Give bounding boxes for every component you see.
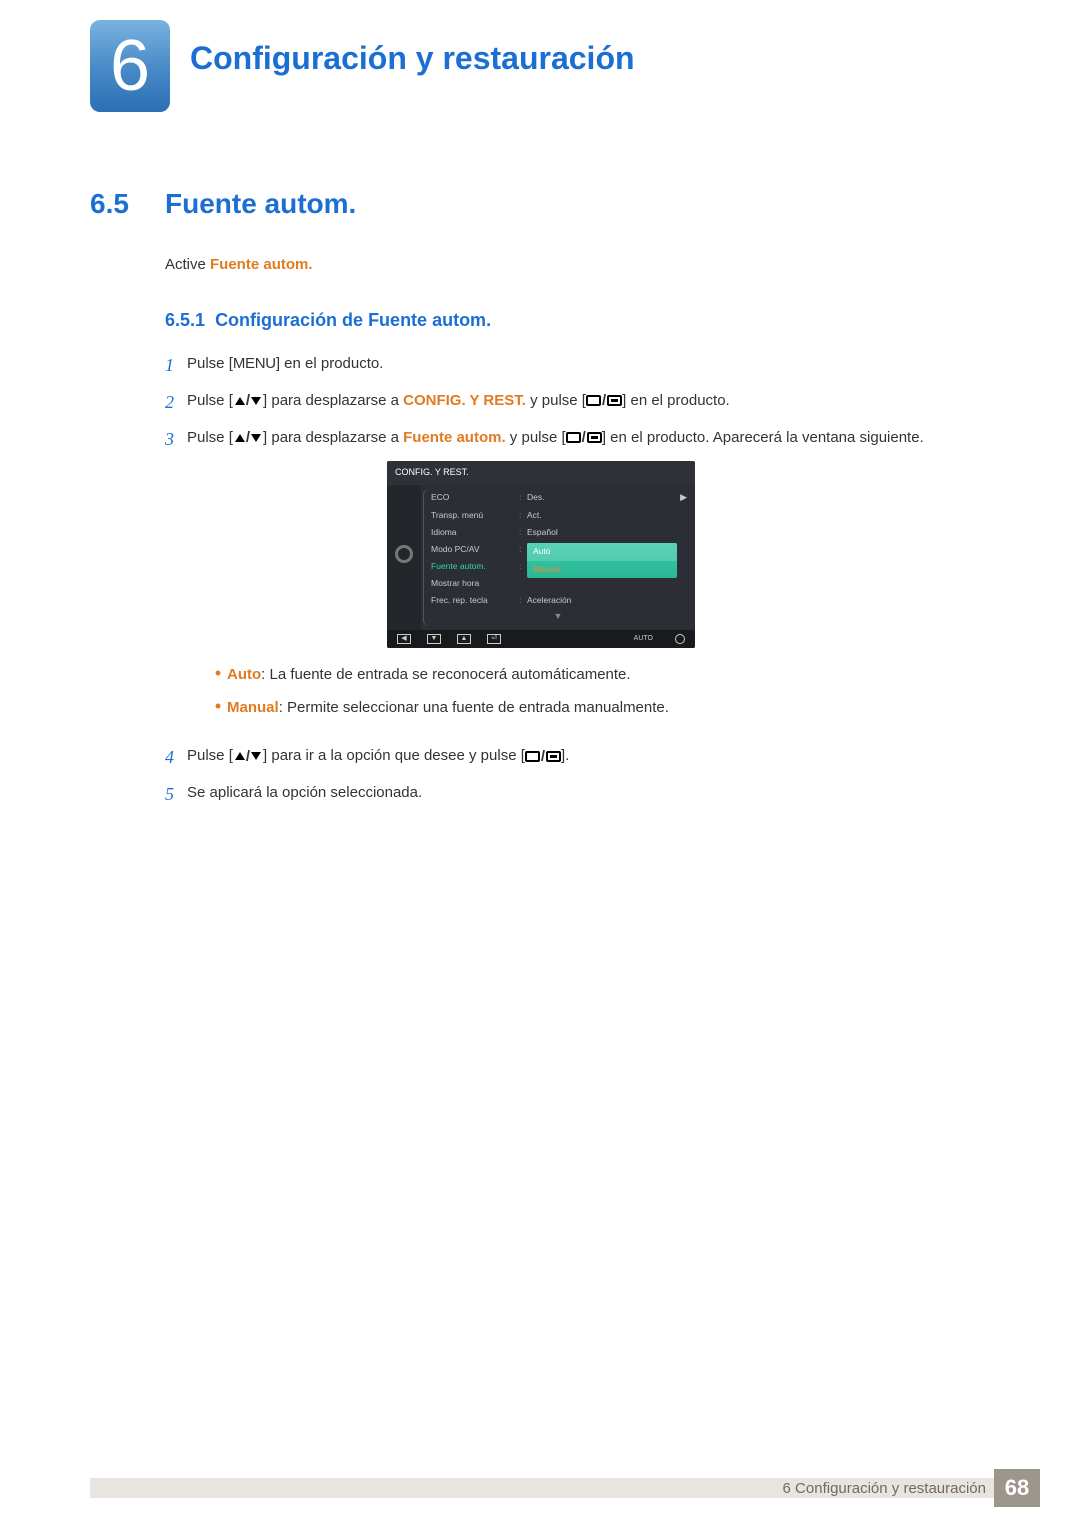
step-3: 3 Pulse [/] para desplazarse a Fuente au… <box>165 426 945 736</box>
page-footer: 6 Configuración y restauración 68 <box>90 1469 1040 1507</box>
bullet-icon: • <box>209 664 227 682</box>
osd-footer: ◀ ▼ ▲ ⏎ AUTO <box>387 630 695 649</box>
source-enter-icon: / <box>586 389 622 412</box>
step-number: 1 <box>165 352 187 380</box>
subsection-name: Configuración de Fuente autom. <box>215 310 491 330</box>
step-body: Pulse [/] para desplazarse a Fuente auto… <box>187 426 945 736</box>
step-2: 2 Pulse [/] para desplazarse a CONFIG. Y… <box>165 389 945 417</box>
step-body: Pulse [/] para desplazarse a CONFIG. Y R… <box>187 389 945 413</box>
nav-enter-icon: ⏎ <box>487 634 501 644</box>
chapter-number: 6 <box>110 25 150 107</box>
up-down-icon: / <box>235 426 261 449</box>
option-bullets: • Auto: La fuente de entrada se reconoce… <box>209 664 945 719</box>
source-enter-icon: / <box>566 426 602 449</box>
osd-row-mostrar: Mostrar hora <box>421 575 695 592</box>
step-5: 5 Se aplicará la opción seleccionada. <box>165 781 945 809</box>
osd-option-auto: Auto <box>527 543 677 560</box>
bullet-icon: • <box>209 697 227 715</box>
step-number: 3 <box>165 426 187 454</box>
source-enter-icon: / <box>525 745 561 768</box>
page-number: 68 <box>994 1469 1040 1507</box>
step-4: 4 Pulse [/] para ir a la opción que dese… <box>165 744 945 772</box>
chapter-title: Configuración y restauración <box>190 40 635 77</box>
osd-dropdown: Auto Manual <box>527 543 677 577</box>
step-body: Pulse [/] para ir a la opción que desee … <box>187 744 945 768</box>
osd-row-transp: Transp. menú:Act. <box>421 507 695 524</box>
section-title: Fuente autom. <box>165 188 356 220</box>
step-number: 2 <box>165 389 187 417</box>
bullet-manual: • Manual: Permite seleccionar una fuente… <box>209 697 945 720</box>
chapter-badge: 6 <box>90 20 170 112</box>
osd-screenshot: CONFIG. Y REST. ▶ ECO:Des. Transp. menú:… <box>387 461 695 648</box>
fuente-autom-label: Fuente autom. <box>403 429 506 446</box>
intro-highlight: Fuente autom. <box>210 256 313 273</box>
osd-row-idioma: Idioma:Español <box>421 524 695 541</box>
up-down-icon: / <box>235 389 261 412</box>
bullet-auto: • Auto: La fuente de entrada se reconoce… <box>209 664 945 687</box>
manual-text: : Permite seleccionar una fuente de entr… <box>279 699 669 716</box>
osd-title: CONFIG. Y REST. <box>387 461 695 485</box>
auto-label: Auto <box>227 666 261 683</box>
step-number: 5 <box>165 781 187 809</box>
power-icon <box>675 634 685 644</box>
auto-text: : La fuente de entrada se reconocerá aut… <box>261 666 630 683</box>
osd-bracket <box>423 489 429 625</box>
subsection-title: 6.5.1 Configuración de Fuente autom. <box>165 310 491 331</box>
subsection-number: 6.5.1 <box>165 310 205 330</box>
arrow-right-icon: ▶ <box>680 491 687 505</box>
caret-down-icon: ▼ <box>421 610 695 626</box>
osd-rows: ▶ ECO:Des. Transp. menú:Act. Idioma:Espa… <box>421 485 695 629</box>
gear-icon <box>395 545 413 563</box>
up-down-icon: / <box>235 745 261 768</box>
osd-row-eco: ECO:Des. <box>421 489 695 506</box>
section-number: 6.5 <box>90 188 129 220</box>
footer-text: 6 Configuración y restauración <box>783 1480 986 1497</box>
intro-line: Active Fuente autom. <box>165 256 313 273</box>
step-body: Se aplicará la opción seleccionada. <box>187 781 945 804</box>
manual-label: Manual <box>227 699 279 716</box>
nav-down-icon: ▼ <box>427 634 441 644</box>
config-rest-label: CONFIG. Y REST. <box>403 392 526 409</box>
osd-sidebar <box>387 485 421 629</box>
osd-auto-label: AUTO <box>634 634 653 645</box>
step-1: 1 Pulse [MENU] en el producto. <box>165 352 945 380</box>
osd-option-manual: Manual <box>527 561 677 578</box>
osd-row-frec: Frec. rep. tecla:Aceleración <box>421 592 695 609</box>
menu-key-label: MENU <box>233 355 276 372</box>
step-body: Pulse [MENU] en el producto. <box>187 352 945 375</box>
intro-prefix: Active <box>165 256 210 273</box>
steps-list: 1 Pulse [MENU] en el producto. 2 Pulse [… <box>165 352 945 818</box>
nav-left-icon: ◀ <box>397 634 411 644</box>
nav-up-icon: ▲ <box>457 634 471 644</box>
step-number: 4 <box>165 744 187 772</box>
